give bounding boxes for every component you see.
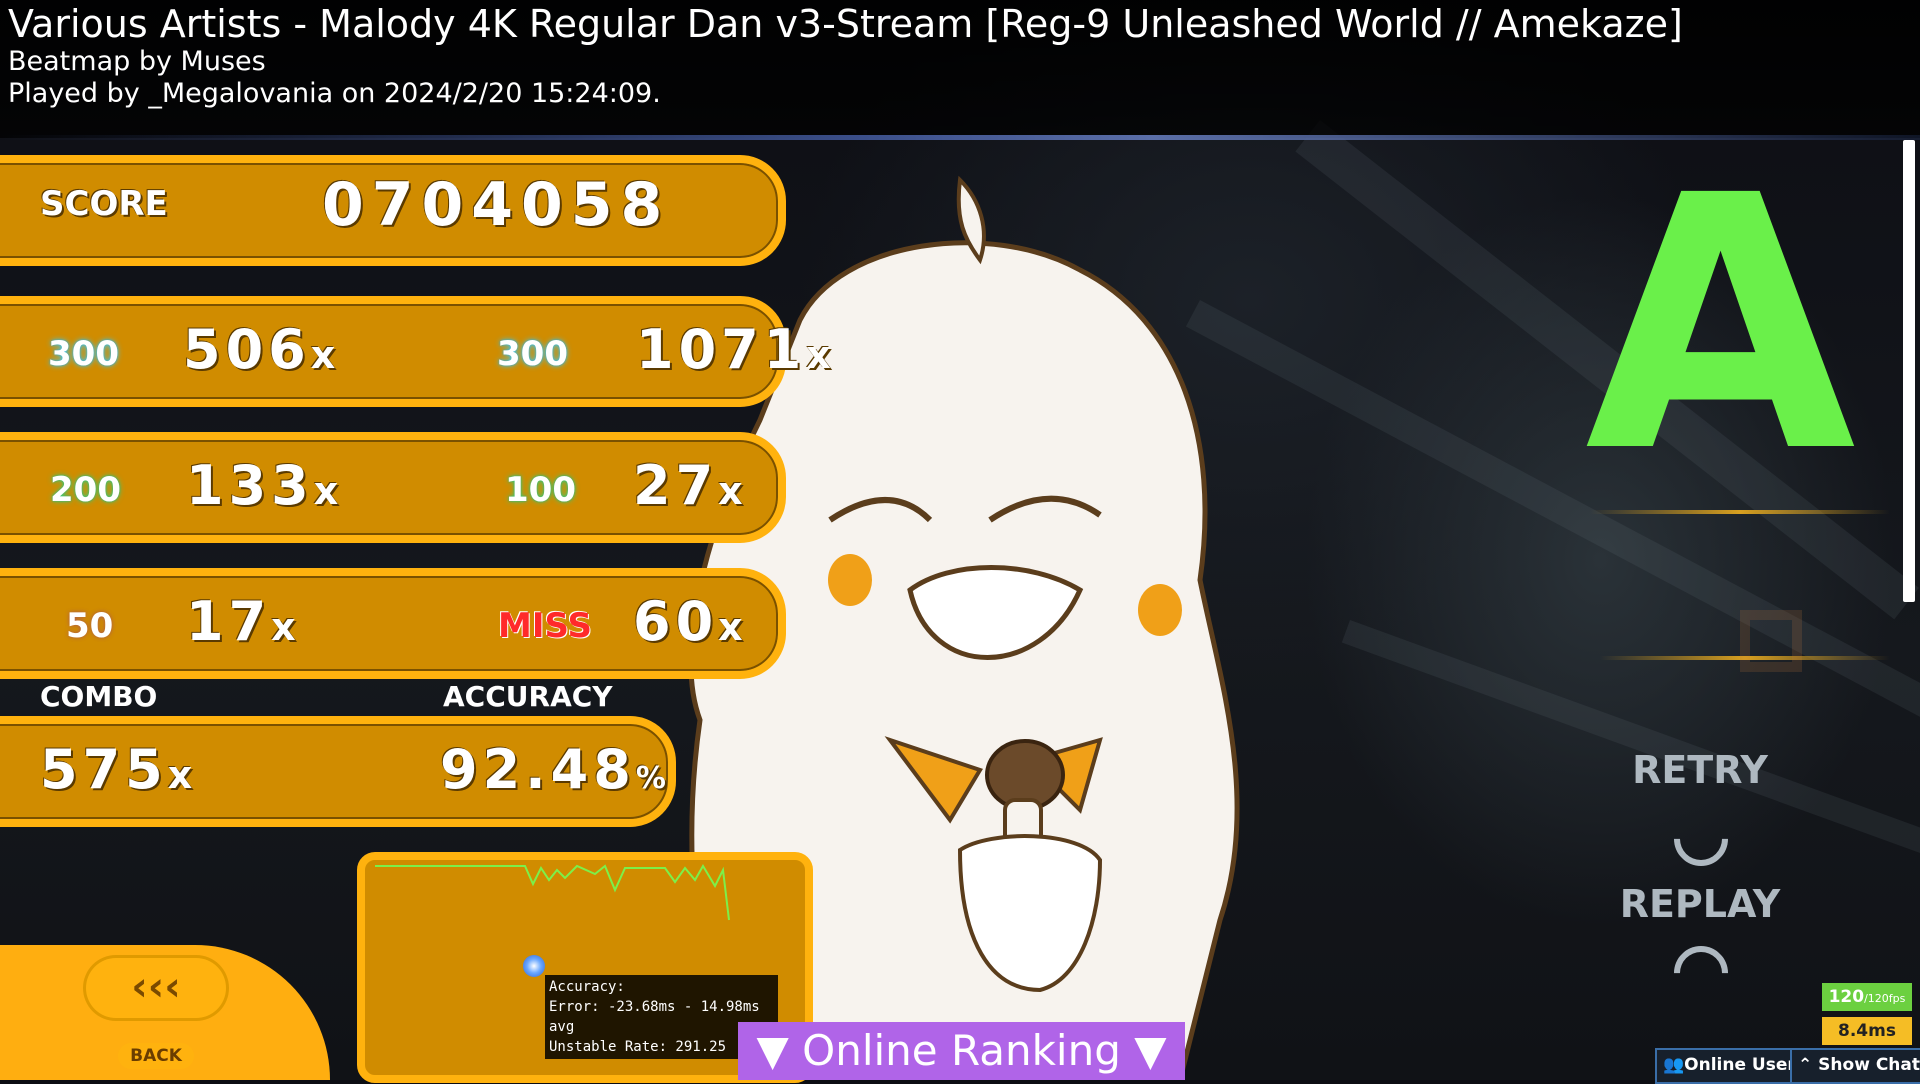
accuracy-label: ACCURACY <box>443 680 613 713</box>
online-ranking-label: Online Ranking <box>802 1026 1121 1075</box>
rank-divider <box>1590 510 1890 514</box>
scrollbar[interactable] <box>1903 140 1915 602</box>
hit-100-count: 27x <box>633 454 743 517</box>
tooltip-line-1: Accuracy: <box>549 979 625 995</box>
combo-label: COMBO <box>40 680 158 713</box>
played-by: Played by _Megalovania on 2024/2/20 15:2… <box>8 78 661 109</box>
online-users-label: Online Users <box>1684 1055 1806 1075</box>
triangle-down-icon: ▼ <box>1134 1026 1167 1075</box>
miss-count: 60x <box>633 590 743 653</box>
score-label: SCORE <box>40 184 168 224</box>
square-icon <box>1740 610 1802 672</box>
hit-100-icon: 100 <box>505 470 576 510</box>
hit-200-count: 133x <box>186 454 339 517</box>
score-value: 0704058 <box>322 170 671 240</box>
back-button[interactable]: ‹‹‹ <box>86 958 226 1018</box>
beatmap-creator: Beatmap by Muses <box>8 46 266 77</box>
graph-cursor-icon <box>523 955 545 977</box>
fps-counter: 120/120fps <box>1822 983 1912 1011</box>
online-ranking-button[interactable]: ▼ Online Ranking ▼ <box>738 1022 1185 1080</box>
hit-50-icon: 50 <box>66 606 114 646</box>
combo-value: 575x <box>40 738 193 801</box>
hit-300-icon: 300 <box>48 334 119 374</box>
show-chat-button[interactable]: ⌃ Show Chat <box>1790 1048 1920 1084</box>
hit-300-count: 506x <box>183 318 336 381</box>
song-title: Various Artists - Malody 4K Regular Dan … <box>8 2 1683 46</box>
rank-grade: A <box>1585 121 1856 529</box>
frametime-counter: 8.4ms <box>1822 1017 1912 1045</box>
chevron-up-icon: ⌃ <box>1798 1055 1819 1075</box>
hit-50-count: 17x <box>186 590 296 653</box>
show-chat-label: Show Chat <box>1818 1055 1920 1075</box>
hit-200-icon: 200 <box>50 470 121 510</box>
accuracy-value: 92.48% <box>440 738 666 801</box>
replay-button[interactable]: REPLAY <box>1600 882 1800 926</box>
hit-300-geki-icon: 300 <box>497 334 568 374</box>
hit-300-geki-count: 1071x <box>636 318 831 381</box>
retry-button[interactable]: RETRY <box>1600 748 1800 792</box>
users-icon: 👥 <box>1663 1055 1685 1075</box>
triangle-down-icon: ▼ <box>756 1026 789 1075</box>
miss-icon: MISS <box>498 606 592 646</box>
back-label[interactable]: BACK <box>118 1043 194 1069</box>
